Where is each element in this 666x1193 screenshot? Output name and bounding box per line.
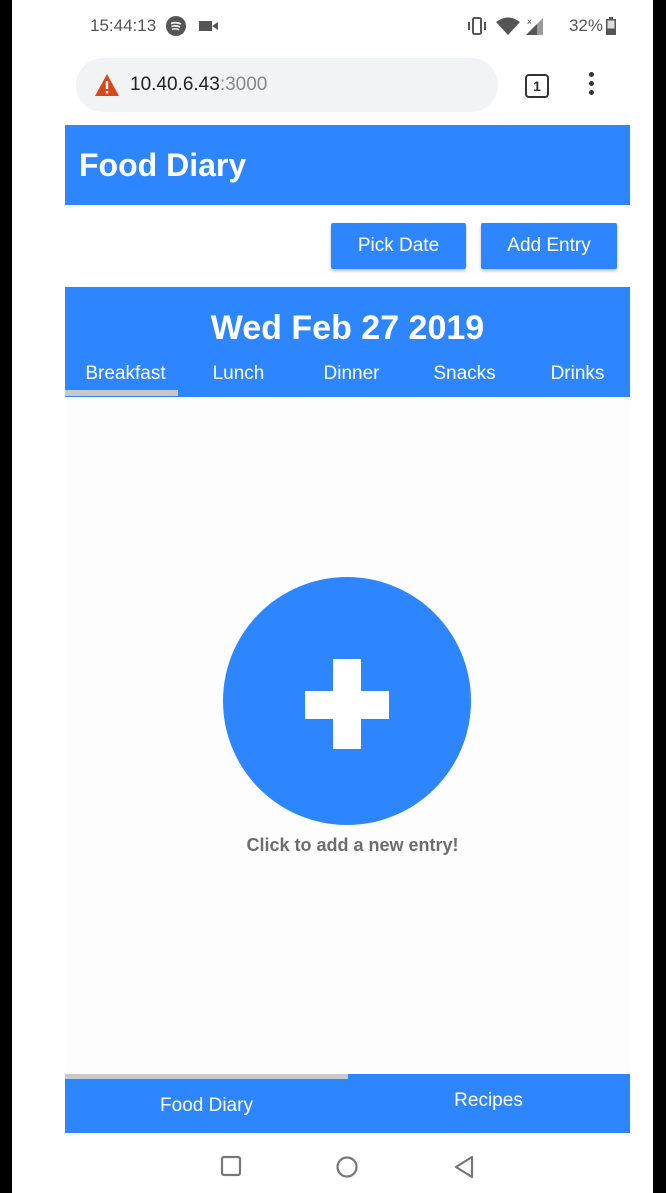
- recent-apps-icon[interactable]: [220, 1155, 242, 1177]
- pick-date-button[interactable]: Pick Date: [331, 223, 466, 269]
- tab-breakfast[interactable]: Breakfast: [69, 363, 182, 385]
- tab-snacks[interactable]: Snacks: [408, 363, 521, 385]
- tab-drinks[interactable]: Drinks: [521, 363, 634, 385]
- not-secure-warning-icon[interactable]: [94, 73, 120, 97]
- date-header: Wed Feb 27 2019 Breakfast Lunch Dinner S…: [65, 287, 630, 397]
- phone-screen: 15:44:13 x 32% 10.40.6.43:3000 1 Food Di…: [12, 0, 653, 1193]
- url-host: 10.40.6.43: [130, 74, 220, 95]
- tab-indicator: [65, 390, 178, 396]
- vibrate-icon: [465, 16, 489, 36]
- tab-switcher-button[interactable]: 1: [525, 74, 549, 98]
- back-icon[interactable]: [453, 1155, 475, 1179]
- wifi-icon: [495, 16, 521, 36]
- bottom-nav-indicator: [65, 1074, 348, 1079]
- nav-food-diary[interactable]: Food Diary: [65, 1095, 348, 1117]
- add-entry-fab[interactable]: [223, 577, 471, 825]
- add-entry-hint: Click to add a new entry!: [246, 835, 459, 855]
- svg-text:x: x: [527, 17, 532, 26]
- add-entry-button[interactable]: Add Entry: [481, 223, 617, 269]
- home-icon[interactable]: [335, 1155, 359, 1179]
- page-title: Food Diary: [79, 146, 247, 183]
- url-text[interactable]: 10.40.6.43:3000: [130, 74, 267, 96]
- status-time: 15:44:13: [90, 16, 157, 35]
- url-port: :3000: [219, 74, 268, 95]
- app-bar: Food Diary: [65, 125, 630, 205]
- bottom-navigation: Food Diary Recipes: [65, 1074, 630, 1133]
- selected-date: Wed Feb 27 2019: [210, 309, 485, 347]
- browser-menu-icon[interactable]: [587, 72, 595, 100]
- plus-icon: [305, 659, 389, 749]
- food-diary-app: Food Diary Pick Date Add Entry Wed Feb 2…: [65, 123, 630, 1133]
- battery-percent: 32%: [568, 16, 603, 35]
- tab-dinner[interactable]: Dinner: [295, 363, 408, 385]
- action-bar: Pick Date Add Entry: [65, 205, 630, 285]
- nav-recipes[interactable]: Recipes: [347, 1090, 630, 1112]
- cellular-signal-icon: x: [523, 16, 545, 36]
- address-bar[interactable]: 10.40.6.43:3000: [76, 58, 498, 112]
- entry-list-area: Click to add a new entry!: [65, 397, 630, 1074]
- status-bar: 15:44:13 x 32%: [12, 0, 653, 52]
- tab-lunch[interactable]: Lunch: [182, 363, 295, 385]
- spotify-icon: [165, 16, 187, 36]
- system-navigation-bar: [12, 1135, 653, 1193]
- battery-icon: [605, 16, 617, 36]
- video-camera-icon: [198, 16, 220, 36]
